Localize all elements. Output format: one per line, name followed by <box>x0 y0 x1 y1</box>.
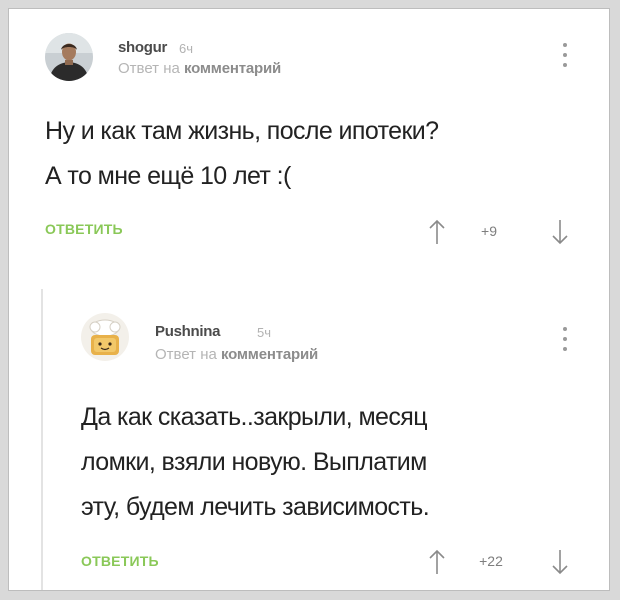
arrow-up-icon <box>429 219 445 244</box>
comment-time: 5ч <box>257 325 272 340</box>
comment-text-line: Да как сказать..закрыли, месяц <box>81 403 428 431</box>
comment-text-line: А то мне ещё 10 лет :( <box>45 162 291 190</box>
user-avatar[interactable] <box>81 313 129 361</box>
username[interactable]: Pushnina <box>155 323 220 340</box>
comment-text-line: Ну и как там жизнь, после ипотеки? <box>45 117 439 145</box>
reply-comment: Pushnina 5ч Ответ на комментарий Да как … <box>9 279 609 590</box>
vote-controls: +22 <box>427 547 577 577</box>
rating-value: +22 <box>479 553 503 569</box>
comment-text-line: эту, будем лечить зависимость. <box>81 493 430 521</box>
arrow-up-icon <box>429 549 445 574</box>
reply-button[interactable]: ОТВЕТИТЬ <box>81 553 159 569</box>
reply-to-link[interactable]: комментарий <box>184 60 281 77</box>
comment-text: Ну и как там жизнь, после ипотеки? А то … <box>45 109 439 199</box>
reply-thread-line[interactable] <box>41 289 43 590</box>
comment-time: 6ч <box>179 41 194 56</box>
man-photo-icon <box>45 33 93 81</box>
upvote-button[interactable] <box>427 547 447 577</box>
downvote-button[interactable] <box>550 547 570 577</box>
comments-panel: shogur 6ч Ответ на комментарий Ну и как … <box>8 8 610 591</box>
more-vertical-icon <box>563 327 567 331</box>
reply-to-link[interactable]: комментарий <box>221 346 318 363</box>
rating-value: +9 <box>481 223 497 239</box>
reply-to-prefix: Ответ на <box>155 346 217 363</box>
arrow-down-icon <box>552 220 568 245</box>
comment-text-line: ломки, взяли новую. Выплатим <box>81 448 427 476</box>
reply-to-prefix: Ответ на <box>118 60 180 77</box>
chef-toast-cartoon-icon <box>81 313 129 361</box>
reply-to-line: Ответ на комментарий <box>118 60 281 77</box>
comment: shogur 6ч Ответ на комментарий Ну и как … <box>9 9 609 279</box>
reply-to-line: Ответ на комментарий <box>155 346 318 363</box>
reply-button[interactable]: ОТВЕТИТЬ <box>45 221 123 237</box>
arrow-down-icon <box>552 550 568 575</box>
downvote-button[interactable] <box>550 217 570 247</box>
more-vertical-icon <box>563 43 567 47</box>
more-options-button[interactable] <box>555 39 575 71</box>
vote-controls: +9 <box>427 217 577 247</box>
username[interactable]: shogur <box>118 39 167 56</box>
comment-text: Да как сказать..закрыли, месяц ломки, вз… <box>81 395 430 530</box>
upvote-button[interactable] <box>427 217 447 247</box>
more-options-button[interactable] <box>555 323 575 355</box>
user-avatar[interactable] <box>45 33 93 81</box>
